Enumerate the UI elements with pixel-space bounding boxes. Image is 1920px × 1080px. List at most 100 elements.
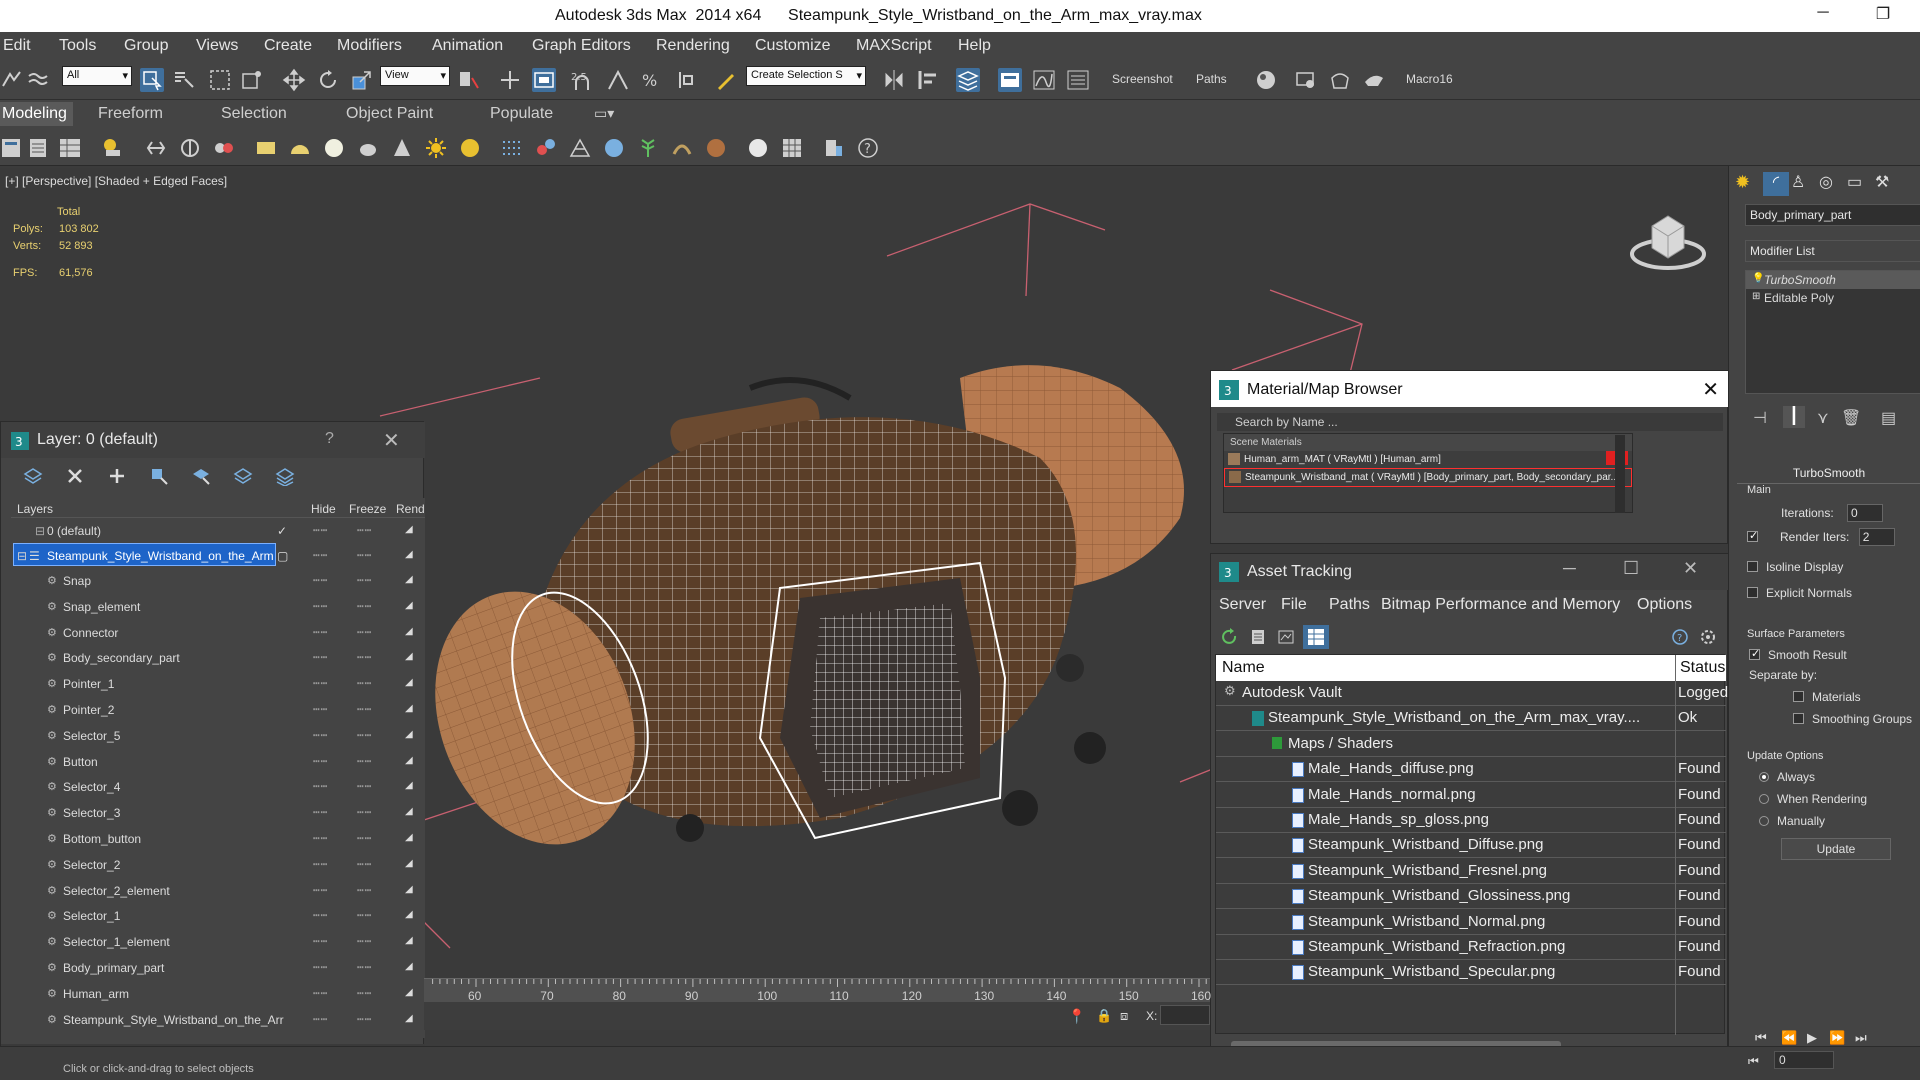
current-frame-input[interactable]: 0 xyxy=(1774,1051,1834,1069)
schematic-view-icon[interactable] xyxy=(1066,68,1090,92)
scene-materials-header[interactable]: Scene Materials xyxy=(1224,434,1632,451)
render-toggle-icon[interactable]: ◢ xyxy=(405,961,413,972)
layer-panel-title-bar[interactable]: 3 Layer: 0 (default) ? ✕ xyxy=(1,422,425,458)
layer-row[interactable]: ⚙ Selector_2 ┅┅ ┅┅ ◢ xyxy=(11,852,425,877)
asset-menu-server[interactable]: Server xyxy=(1219,596,1266,614)
pin-stack-icon[interactable]: ⊣ xyxy=(1753,408,1767,428)
layer-row[interactable]: ⚙ Snap ┅┅ ┅┅ ◢ xyxy=(11,568,425,593)
key-filter-icon[interactable]: 📍 xyxy=(1068,1008,1085,1025)
layer-row[interactable]: ⚙ Pointer_2 ┅┅ ┅┅ ◢ xyxy=(11,697,425,722)
configure-modifier-sets-icon[interactable]: ▤ xyxy=(1881,408,1896,428)
table-icon[interactable] xyxy=(58,136,82,160)
layer-row[interactable]: ⚙ Selector_2_element ┅┅ ┅┅ ◢ xyxy=(11,878,425,903)
edit-named-selection-icon[interactable] xyxy=(714,68,738,92)
render-toggle-icon[interactable]: ◢ xyxy=(405,600,413,611)
layer-row[interactable]: ⚙ Bottom_button ┅┅ ┅┅ ◢ xyxy=(11,826,425,851)
asset-close-button[interactable]: ✕ xyxy=(1683,558,1698,579)
column-layers[interactable]: Layers xyxy=(17,502,53,516)
asset-row[interactable]: Male_Hands_sp_gloss.png Found xyxy=(1216,808,1726,833)
select-object-icon[interactable] xyxy=(140,68,164,92)
render-toggle-icon[interactable]: ◢ xyxy=(405,909,413,920)
column-name[interactable]: Name xyxy=(1222,659,1265,677)
hide-toggle[interactable]: ┅┅ xyxy=(313,806,328,819)
select-in-layer-icon[interactable] xyxy=(149,466,169,486)
freeze-toggle[interactable]: ┅┅ xyxy=(357,651,372,664)
update-manually-radio[interactable] xyxy=(1759,816,1769,826)
freeze-toggle[interactable]: ┅┅ xyxy=(357,626,372,639)
delete-layer-icon[interactable] xyxy=(65,466,85,486)
expand-plus-icon[interactable]: ⊞ xyxy=(1752,291,1760,302)
wristband-model[interactable] xyxy=(420,348,1220,868)
tab-selection[interactable]: Selection xyxy=(221,105,287,123)
asset-minimize-button[interactable]: ─ xyxy=(1563,558,1576,579)
help-icon[interactable]: ? xyxy=(856,136,880,160)
rotate-icon[interactable] xyxy=(316,68,340,92)
freeze-toggle[interactable]: ┅┅ xyxy=(357,677,372,690)
hide-toggle[interactable]: ┅┅ xyxy=(313,935,328,948)
batch-render-icon[interactable] xyxy=(780,136,804,160)
freeze-toggle[interactable]: ┅┅ xyxy=(357,729,372,742)
motion-tab-icon[interactable]: ◎ xyxy=(1819,172,1845,196)
asset-row[interactable]: Steampunk_Wristband_Normal.png Found xyxy=(1216,910,1726,935)
percent-snap-icon[interactable]: % xyxy=(640,68,664,92)
particle-system-icon[interactable] xyxy=(500,136,524,160)
freeze-toggle[interactable]: ┅┅ xyxy=(357,832,372,845)
render-toggle-icon[interactable]: ◢ xyxy=(405,651,413,662)
menu-edit[interactable]: Edit xyxy=(3,37,31,55)
hide-toggle[interactable]: ┅┅ xyxy=(313,832,328,845)
layer-row[interactable]: ⚙ Selector_3 ┅┅ ┅┅ ◢ xyxy=(11,800,425,825)
refresh-icon[interactable] xyxy=(1221,628,1239,646)
layer-expand-icon[interactable]: ⊟ xyxy=(35,524,45,538)
asset-menu-bitmap-performance[interactable]: Bitmap Performance and Memory xyxy=(1381,596,1620,614)
modifier-list-dropdown[interactable]: Modifier List xyxy=(1745,240,1920,262)
omni-light-icon[interactable] xyxy=(458,136,482,160)
scene-states-icon[interactable] xyxy=(822,136,846,160)
material-browser-scrollbar[interactable] xyxy=(1615,435,1625,513)
layer-row[interactable]: ⚙ Selector_1 ┅┅ ┅┅ ◢ xyxy=(11,903,425,928)
material-sample-icon[interactable] xyxy=(704,136,728,160)
frame-nav-icon[interactable]: ⏮ xyxy=(1748,1054,1759,1069)
macro16-button[interactable]: Macro16 xyxy=(1406,72,1453,86)
mass-fx-icon[interactable] xyxy=(602,136,626,160)
dome-primitive-icon[interactable] xyxy=(288,136,312,160)
material-editor-icon[interactable] xyxy=(1254,68,1278,92)
lock-selection-icon[interactable]: 🔒 xyxy=(1096,1008,1112,1024)
graphite-toolbar-icon[interactable] xyxy=(998,68,1022,92)
active-layer-checkmark-icon[interactable]: ✓ xyxy=(277,524,287,538)
render-preview-icon[interactable] xyxy=(746,136,770,160)
layer-row[interactable]: ⚙ Human_arm ┅┅ ┅┅ ◢ xyxy=(11,981,425,1006)
asset-row[interactable]: Male_Hands_diffuse.png Found xyxy=(1216,757,1726,783)
layer-manager-icon[interactable] xyxy=(956,68,980,92)
freeze-toggle[interactable]: ┅┅ xyxy=(357,961,372,974)
hide-toggle[interactable]: ┅┅ xyxy=(313,600,328,613)
rectangular-selection-icon[interactable] xyxy=(208,68,232,92)
render-toggle-icon[interactable]: ◢ xyxy=(405,729,413,740)
layer-collapse-icon[interactable]: ⊟ xyxy=(17,549,27,563)
go-to-start-icon[interactable]: ⏮ xyxy=(1755,1030,1767,1046)
layer-list-icon[interactable] xyxy=(26,136,50,160)
screenshot-macro-button[interactable]: Screenshot xyxy=(1112,72,1173,86)
hide-toggle[interactable]: ┅┅ xyxy=(313,961,328,974)
freeze-toggle[interactable]: ┅┅ xyxy=(357,574,372,587)
hide-toggle[interactable]: ┅┅ xyxy=(313,909,328,922)
freeze-toggle[interactable]: ┅┅ xyxy=(357,935,372,948)
render-toggle-icon[interactable]: ◢ xyxy=(405,1013,413,1024)
render-iters-spinner[interactable]: 2 xyxy=(1858,528,1895,546)
absolute-mode-icon[interactable]: ⧈ xyxy=(1120,1008,1128,1024)
character-tools-icon[interactable] xyxy=(212,136,236,160)
menu-maxscript[interactable]: MAXScript xyxy=(856,37,932,55)
freeze-toggle[interactable]: ┅┅ xyxy=(357,703,372,716)
layer-row[interactable]: ⚙ Body_primary_part ┅┅ ┅┅ ◢ xyxy=(11,955,425,980)
freeze-toggle[interactable]: ┅┅ xyxy=(357,858,372,871)
select-by-name-icon[interactable] xyxy=(172,68,196,92)
highlight-layer-icon[interactable] xyxy=(191,466,211,486)
hide-toggle[interactable]: ┅┅ xyxy=(313,780,328,793)
asset-row[interactable]: Steampunk_Wristband_Glossiness.png Found xyxy=(1216,884,1726,910)
object-properties-icon[interactable] xyxy=(100,136,124,160)
spinner-snap-icon[interactable] xyxy=(674,68,698,92)
object-name-field[interactable]: Body_primary_part xyxy=(1745,204,1920,226)
align-icon[interactable] xyxy=(916,68,940,92)
layer-row-default[interactable]: ⊟ 0 (default) ✓ ┅┅ ┅┅ ◢ xyxy=(11,518,425,543)
paths-macro-button[interactable]: Paths xyxy=(1196,72,1227,86)
freeze-all-layers-icon[interactable] xyxy=(275,466,295,486)
